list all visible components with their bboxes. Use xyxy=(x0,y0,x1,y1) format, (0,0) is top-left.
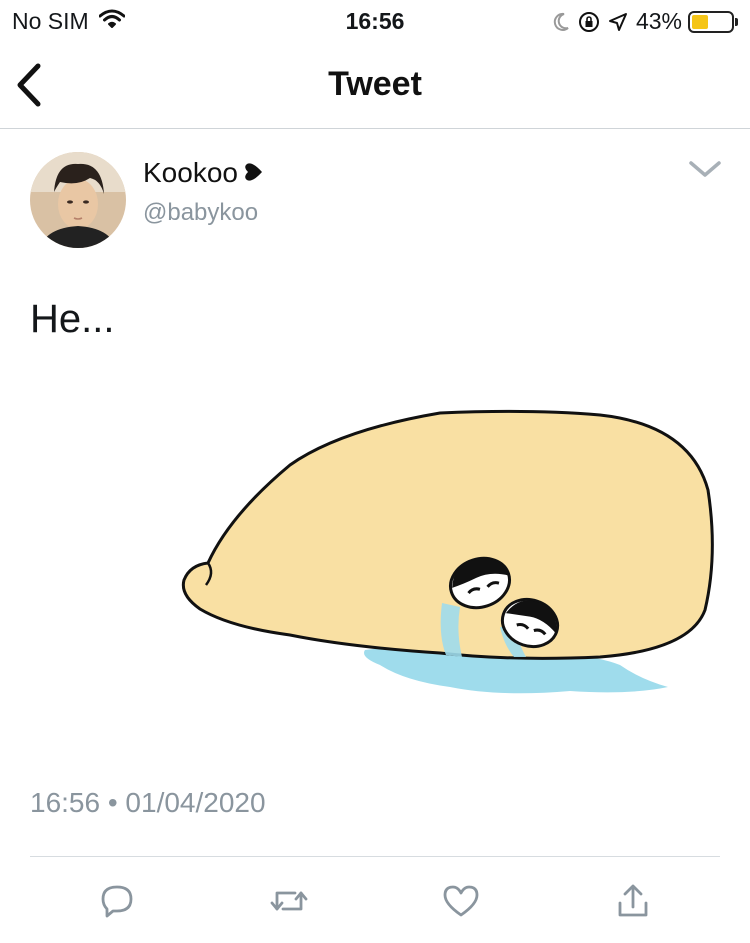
moon-icon xyxy=(553,12,569,31)
battery-icon xyxy=(688,10,734,33)
location-icon xyxy=(608,12,627,31)
rotation-lock-icon xyxy=(578,11,599,32)
tweet-image[interactable] xyxy=(170,395,730,735)
status-right: 43% xyxy=(552,8,738,35)
chevron-down-icon xyxy=(689,161,721,177)
tweet-text: He... xyxy=(30,297,115,341)
user-handle[interactable]: @babykoo xyxy=(143,199,258,227)
tweet-timestamp: 16:56 • 01/04/2020 xyxy=(30,787,266,818)
like-button[interactable] xyxy=(438,878,484,924)
more-options-button[interactable] xyxy=(688,157,722,181)
reply-icon xyxy=(101,885,133,918)
reply-button[interactable] xyxy=(94,878,140,924)
nav-bar: Tweet xyxy=(0,42,750,129)
avatar[interactable] xyxy=(30,152,126,248)
retweet-button[interactable] xyxy=(266,878,312,924)
heart-outline-icon xyxy=(443,885,479,917)
divider xyxy=(30,856,720,857)
display-name[interactable]: Kookoo xyxy=(143,157,264,189)
share-icon xyxy=(618,884,648,917)
battery-percent: 43% xyxy=(635,8,682,34)
status-bar: No SIM 16:56 43% xyxy=(0,0,750,42)
display-name-text: Kookoo xyxy=(143,157,238,188)
battery-nub xyxy=(735,17,738,26)
page-title: Tweet xyxy=(328,65,422,103)
share-button[interactable] xyxy=(610,878,656,924)
retweet-icon xyxy=(270,891,308,911)
battery-fill xyxy=(692,14,708,29)
heart-icon xyxy=(242,157,264,189)
